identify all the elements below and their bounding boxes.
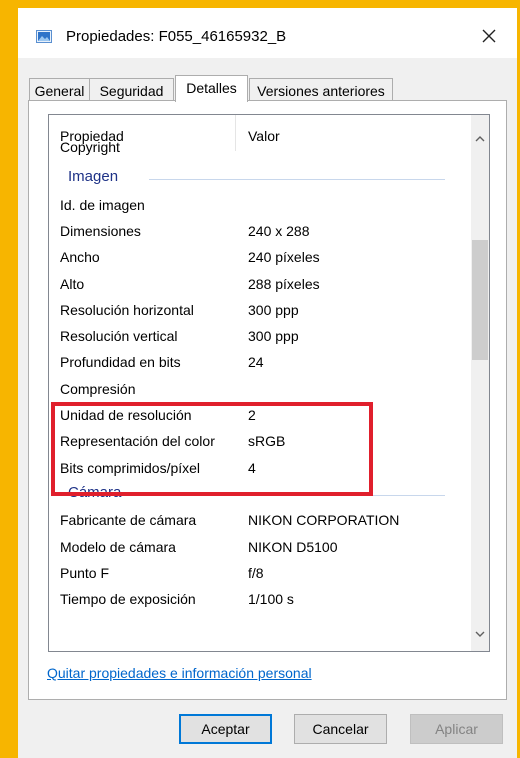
- property-value: f/8: [248, 565, 264, 581]
- property-value: 300 ppp: [248, 302, 299, 318]
- window-title: Propiedades: F055_46165932_B: [66, 28, 287, 45]
- image-file-icon: [36, 30, 52, 43]
- property-value: 240 x 288: [248, 223, 310, 239]
- property-row[interactable]: Modelo de cámara NIKON D5100: [49, 535, 459, 561]
- property-value: NIKON CORPORATION: [248, 512, 400, 528]
- group-label: Imagen: [68, 168, 125, 185]
- scroll-down-icon[interactable]: [471, 625, 489, 643]
- property-row[interactable]: Resolución horizontal 300 ppp: [49, 298, 459, 324]
- property-name: Alto: [60, 276, 85, 292]
- property-row[interactable]: Punto F f/8: [49, 561, 459, 587]
- scroll-up-icon[interactable]: [471, 129, 489, 147]
- property-row[interactable]: Tiempo de exposición 1/100 s: [49, 587, 459, 613]
- property-value: 1/100 s: [248, 591, 294, 607]
- property-name: Copyright: [60, 139, 120, 155]
- property-name: Ancho: [60, 249, 100, 265]
- property-value: NIKON D5100: [248, 539, 338, 555]
- title-bar: Propiedades: F055_46165932_B: [18, 8, 517, 58]
- ok-button[interactable]: Aceptar: [179, 714, 272, 744]
- properties-list[interactable]: Propiedad Valor Copyright Imagen Id. de im…: [48, 114, 490, 652]
- property-name: Fabricante de cámara: [60, 512, 197, 528]
- properties-dialog: Propiedades: F055_46165932_B General Seg…: [18, 8, 520, 758]
- property-row[interactable]: Ancho 240 píxeles: [49, 245, 459, 271]
- scrollbar-thumb[interactable]: [472, 240, 488, 360]
- property-name: Id. de imagen: [60, 197, 145, 213]
- tab-detalles[interactable]: Detalles: [175, 75, 248, 102]
- property-name: Resolución vertical: [60, 328, 178, 344]
- remove-properties-link[interactable]: Quitar propiedades e información persona…: [47, 665, 312, 681]
- group-header[interactable]: Imagen: [49, 166, 459, 192]
- property-row[interactable]: Copyright: [49, 135, 459, 161]
- property-name: Resolución horizontal: [60, 302, 194, 318]
- property-row[interactable]: Profundidad en bits 24: [49, 350, 459, 376]
- property-value: 240 píxeles: [248, 249, 320, 265]
- property-row[interactable]: Dimensiones 240 x 288: [49, 219, 459, 245]
- close-icon[interactable]: [475, 22, 503, 50]
- property-value: 288 píxeles: [248, 276, 320, 292]
- property-row[interactable]: Resolución vertical 300 ppp: [49, 324, 459, 350]
- property-name: Tiempo de exposición: [60, 591, 196, 607]
- tab-general[interactable]: General: [29, 78, 90, 101]
- details-panel: Propiedad Valor Copyright Imagen Id. de im…: [28, 100, 507, 700]
- vertical-scrollbar[interactable]: [471, 115, 489, 651]
- property-value: 300 ppp: [248, 328, 299, 344]
- property-name: Profundidad en bits: [60, 354, 181, 370]
- group-divider: [149, 179, 445, 180]
- apply-button[interactable]: Aplicar: [410, 714, 503, 744]
- property-row[interactable]: Alto 288 píxeles: [49, 272, 459, 298]
- property-name: Dimensiones: [60, 223, 141, 239]
- property-row[interactable]: Fabricante de cámara NIKON CORPORATION: [49, 508, 459, 534]
- red-highlight-box: [51, 402, 373, 496]
- property-value: 24: [248, 354, 264, 370]
- cancel-button[interactable]: Cancelar: [294, 714, 387, 744]
- tab-seguridad[interactable]: Seguridad: [89, 78, 174, 101]
- property-row[interactable]: Compresión: [49, 377, 459, 403]
- property-name: Compresión: [60, 381, 136, 397]
- property-name: Modelo de cámara: [60, 539, 176, 555]
- tab-versiones-anteriores[interactable]: Versiones anteriores: [249, 78, 393, 101]
- property-name: Punto F: [60, 565, 110, 581]
- property-row[interactable]: Id. de imagen: [49, 193, 459, 219]
